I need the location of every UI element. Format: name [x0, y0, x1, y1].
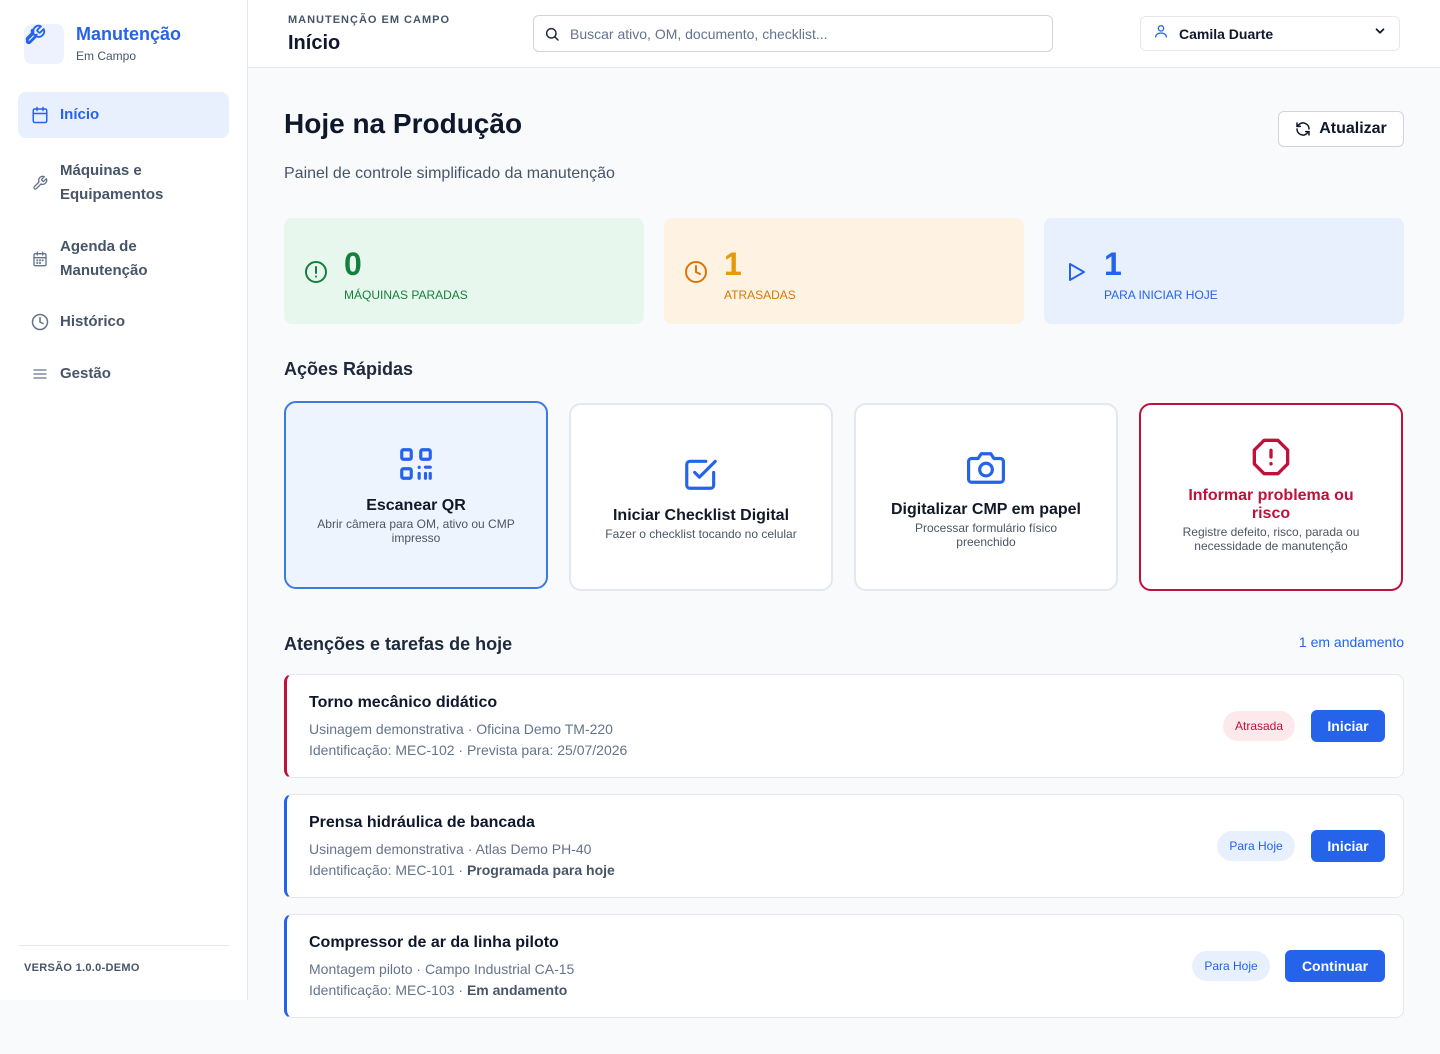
sidebar-item-agenda[interactable]: Agenda de Manutenção [18, 228, 229, 290]
stat-value: 1 [1104, 246, 1122, 282]
stat-card-maquinas-paradas[interactable]: 0 MÁQUINAS PARADAS [284, 218, 644, 324]
task-due: Prevista para: 25/07/2026 [466, 742, 628, 758]
task-location: Montagem piloto · Campo Industrial CA-15 [309, 961, 575, 977]
task-details: Identificação: MEC-101 · Programada para… [309, 862, 615, 878]
stat-value: 1 [724, 246, 742, 282]
task-id: Identificação: MEC-102 · [309, 742, 467, 758]
start-task-button[interactable]: Iniciar [1311, 710, 1385, 742]
task-location: Usinagem demonstrativa · Oficina Demo TM… [309, 721, 613, 737]
refresh-button[interactable]: Atualizar [1278, 111, 1404, 147]
task-id: Identificação: MEC-103 · [309, 982, 467, 998]
wrench-icon [30, 173, 50, 193]
header-title: Início [288, 32, 341, 54]
sidebar-item-label: Agenda de Manutenção [60, 238, 148, 279]
qr-code-icon [286, 445, 546, 483]
task-card[interactable]: Compressor de ar da linha piloto Montage… [284, 914, 1404, 1018]
sidebar-item-historico[interactable]: Histórico [18, 302, 229, 342]
alert-octagon-icon [1141, 437, 1401, 477]
action-description: Processar formulário físico preenchido [914, 521, 1058, 549]
refresh-icon [1295, 121, 1311, 137]
user-menu[interactable]: Camila Duarte [1140, 16, 1400, 51]
stat-card-atrasadas[interactable]: 1 ATRASADAS [664, 218, 1024, 324]
task-details: Identificação: MEC-103 · Em andamento [309, 982, 567, 998]
user-icon [1153, 23, 1169, 44]
scan-qr-button[interactable]: Escanear QR Abrir câmera para OM, ativo … [284, 401, 548, 589]
page-title: Hoje na Produção [284, 108, 523, 139]
alert-circle-icon [304, 260, 328, 289]
sidebar-item-label: Máquinas e Equipamentos [60, 162, 164, 203]
sidebar-item-label: Gestão [60, 365, 111, 382]
task-title: Compressor de ar da linha piloto [309, 934, 559, 951]
stat-label: ATRASADAS [724, 288, 796, 302]
task-status: Em andamento [466, 982, 568, 998]
sidebar-item-inicio[interactable]: Início [18, 92, 229, 138]
status-badge: Atrasada [1223, 711, 1295, 741]
task-card[interactable]: Prensa hidráulica de bancada Usinagem de… [284, 794, 1404, 898]
sidebar-item-maquinas[interactable]: Máquinas e Equipamentos [18, 152, 229, 214]
stat-label: MÁQUINAS PARADAS [344, 288, 468, 302]
action-description: Registre defeito, risco, parada ou neces… [1182, 525, 1360, 553]
in-progress-link[interactable]: 1 em andamento [1240, 634, 1404, 650]
search-box[interactable] [533, 15, 1053, 52]
calendar-grid-icon [30, 249, 50, 269]
task-title: Prensa hidráulica de bancada [309, 814, 535, 831]
user-name: Camila Duarte [1179, 25, 1274, 42]
camera-icon [856, 449, 1116, 487]
task-title: Torno mecânico didático [309, 694, 498, 711]
start-checklist-button[interactable]: Iniciar Checklist Digital Fazer o checkl… [569, 403, 833, 591]
task-location: Usinagem demonstrativa · Atlas Demo PH-4… [309, 841, 592, 857]
action-title: Iniciar Checklist Digital [612, 507, 790, 524]
search-icon [544, 25, 562, 43]
tasks-title: Atenções e tarefas de hoje [284, 634, 513, 654]
search-input[interactable] [570, 25, 1052, 42]
continue-task-button[interactable]: Continuar [1285, 950, 1385, 982]
stat-value: 0 [344, 246, 362, 282]
calendar-icon [30, 105, 50, 125]
report-problem-button[interactable]: Informar problema ou risco Registre defe… [1139, 403, 1403, 591]
header-overline: MANUTENÇÃO EM CAMPO [288, 14, 450, 26]
sidebar-item-label: Início [60, 106, 100, 123]
quick-actions-title: Ações Rápidas [284, 359, 414, 379]
brand-title: Manutenção [76, 24, 182, 44]
task-schedule: Programada para hoje [466, 862, 615, 878]
version-label: VERSÃO 1.0.0-DEMO [18, 945, 229, 974]
action-title: Escanear QR [366, 497, 466, 514]
menu-icon [30, 364, 50, 384]
sidebar-nav: Início Máquinas e Equipamentos Agenda de… [18, 92, 229, 394]
brand[interactable]: Manutenção Em Campo [24, 24, 181, 64]
task-details: Identificação: MEC-102 · Prevista para: … [309, 742, 627, 758]
top-header: MANUTENÇÃO EM CAMPO Início Camila Duarte [248, 0, 1440, 68]
brand-subtitle: Em Campo [76, 49, 137, 63]
status-badge: Para Hoje [1217, 831, 1295, 861]
stat-card-para-iniciar[interactable]: 1 PARA INICIAR HOJE [1044, 218, 1404, 324]
stat-label: PARA INICIAR HOJE [1104, 288, 1218, 302]
clock-icon [684, 260, 708, 289]
play-icon [1064, 260, 1088, 289]
sidebar-item-label: Histórico [60, 313, 126, 330]
clock-icon [30, 312, 50, 332]
action-description: Fazer o checklist tocando no celular [605, 527, 797, 541]
page-subtitle: Painel de controle simplificado da manut… [284, 165, 615, 182]
task-card[interactable]: Torno mecânico didático Usinagem demonst… [284, 674, 1404, 778]
sidebar-item-gestao[interactable]: Gestão [18, 354, 229, 394]
chevron-down-icon [1373, 24, 1387, 43]
status-badge: Para Hoje [1192, 951, 1270, 981]
sidebar: Manutenção Em Campo Início Máquinas e Eq… [0, 0, 248, 1000]
digitize-cmp-button[interactable]: Digitalizar CMP em papel Processar formu… [854, 403, 1118, 591]
refresh-label: Atualizar [1319, 120, 1387, 137]
action-title: Digitalizar CMP em papel [891, 501, 1081, 518]
checkbox-icon [571, 455, 831, 493]
wrench-logo-icon [24, 24, 64, 64]
task-id: Identificação: MEC-101 · [309, 862, 467, 878]
action-description: Abrir câmera para OM, ativo ou CMP impre… [317, 517, 515, 545]
action-title: Informar problema ou risco [1188, 487, 1354, 522]
start-task-button[interactable]: Iniciar [1311, 830, 1385, 862]
